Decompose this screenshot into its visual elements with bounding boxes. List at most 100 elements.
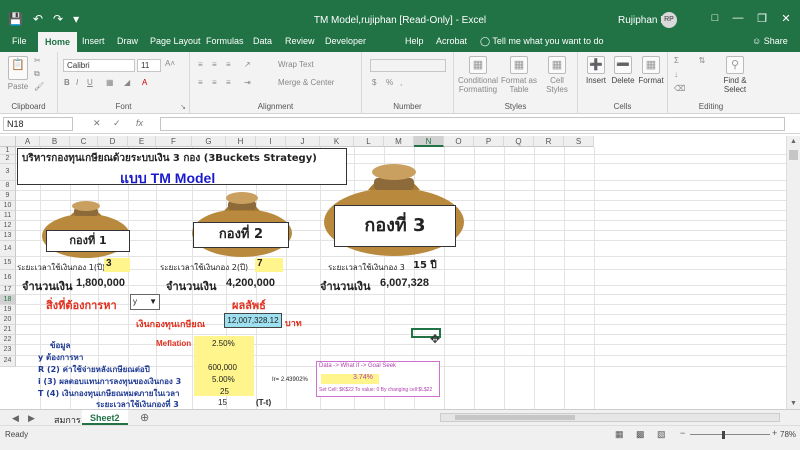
select-all-corner[interactable] — [0, 136, 16, 147]
clear-icon[interactable]: ⌫ — [674, 84, 685, 93]
insert-cells-button[interactable]: ➕ Insert — [584, 56, 608, 85]
scroll-down-icon[interactable]: ▼ — [790, 400, 797, 407]
borders-icon[interactable]: ▦ — [106, 78, 114, 87]
row-header-24[interactable]: 24 — [0, 356, 16, 367]
column-header-d[interactable]: D — [98, 136, 128, 147]
delete-cells-button[interactable]: ➖ Delete — [611, 56, 635, 85]
align-left-icon[interactable]: ≡ — [198, 78, 203, 87]
row-header-12[interactable]: 12 — [0, 221, 16, 231]
avatar[interactable]: RP — [661, 12, 677, 28]
scrollbar-thumb[interactable] — [789, 150, 798, 160]
paste-button[interactable]: 📋 Paste — [6, 56, 30, 91]
tab-developer[interactable]: Developer — [325, 36, 366, 46]
row-header-14[interactable]: 14 — [0, 241, 16, 257]
font-name-select[interactable]: Calibri — [63, 59, 135, 72]
zoom-level[interactable]: 78% — [780, 430, 796, 439]
row-header-3[interactable]: 3 — [0, 164, 16, 181]
sort-filter-icon[interactable]: ⇅ — [690, 56, 714, 65]
column-header-f[interactable]: F — [156, 136, 192, 147]
column-header-b[interactable]: B — [40, 136, 70, 147]
currency-icon[interactable]: $ — [372, 78, 376, 87]
column-header-s[interactable]: S — [564, 136, 594, 147]
tab-file[interactable]: File — [12, 36, 27, 46]
format-as-table-button[interactable]: ▦ Format as Table — [500, 56, 538, 94]
tab-review[interactable]: Review — [285, 36, 315, 46]
tab-home[interactable]: Home — [38, 32, 78, 53]
row-header-22[interactable]: 22 — [0, 335, 16, 345]
column-header-g[interactable]: G — [192, 136, 226, 147]
align-bottom-icon[interactable]: ≡ — [226, 60, 231, 69]
merge-center-button[interactable]: Merge & Center — [278, 78, 334, 87]
fill-color-icon[interactable]: ◢ — [124, 78, 130, 87]
column-header-e[interactable]: E — [128, 136, 156, 147]
row-header-8[interactable]: 8 — [0, 181, 16, 191]
add-sheet-icon[interactable]: ⊕ — [132, 410, 157, 425]
minimize-icon[interactable]: — — [728, 12, 748, 24]
column-header-m[interactable]: M — [384, 136, 414, 147]
wrap-text-button[interactable]: Wrap Text — [278, 60, 314, 69]
inflation-value[interactable]: 2.50% — [212, 339, 235, 348]
tell-me-search[interactable]: ◯ Tell me what you want to do — [480, 36, 603, 47]
column-header-a[interactable]: A — [16, 136, 40, 147]
column-header-q[interactable]: Q — [504, 136, 534, 147]
row-header-11[interactable]: 11 — [0, 211, 16, 221]
find-select-button[interactable]: ⚲ Find & Select — [720, 56, 750, 94]
row-header-1[interactable]: 1 — [0, 147, 16, 155]
zoom-in-icon[interactable]: + — [772, 428, 777, 438]
page-layout-view-icon[interactable]: ▩ — [636, 429, 645, 440]
close-icon[interactable]: ✕ — [776, 12, 796, 25]
fund-value[interactable]: 12,007,328.12 — [224, 313, 282, 328]
row-header-15[interactable]: 15 — [0, 257, 16, 270]
autosum-icon[interactable]: Σ — [674, 56, 679, 65]
format-cells-button[interactable]: ▦ Format — [638, 56, 664, 85]
number-format-select[interactable] — [370, 59, 446, 72]
row-header-23[interactable]: 23 — [0, 345, 16, 356]
horizontal-scrollbar-thumb[interactable] — [455, 415, 575, 420]
grow-font-icon[interactable]: A˄ — [165, 59, 175, 68]
column-header-n[interactable]: N — [414, 136, 444, 147]
name-box[interactable]: N18 — [3, 117, 73, 131]
align-top-icon[interactable]: ≡ — [198, 60, 203, 69]
font-color-icon[interactable]: A — [142, 78, 147, 87]
row-header-13[interactable]: 13 — [0, 231, 16, 241]
next-sheet-icon[interactable]: ▶ — [20, 410, 43, 425]
column-header-l[interactable]: L — [354, 136, 384, 147]
tab-help[interactable]: Help — [405, 36, 424, 46]
column-header-i[interactable]: I — [256, 136, 286, 147]
cut-icon[interactable]: ✂ — [34, 56, 41, 65]
row-header-9[interactable]: 9 — [0, 191, 16, 201]
cancel-icon[interactable]: ✕ — [93, 118, 101, 129]
zoom-slider[interactable] — [690, 434, 770, 435]
scroll-up-icon[interactable]: ▲ — [790, 138, 797, 145]
formula-input[interactable] — [160, 117, 785, 131]
font-size-select[interactable]: 11 — [137, 59, 161, 72]
tab-insert[interactable]: Insert — [82, 36, 105, 46]
column-header-k[interactable]: K — [320, 136, 354, 147]
row-header-19[interactable]: 19 — [0, 305, 16, 315]
period-2-value[interactable]: 7 — [255, 258, 283, 272]
cell-styles-button[interactable]: ▦ Cell Styles — [542, 56, 572, 94]
normal-view-icon[interactable]: ▦ — [615, 429, 624, 440]
vertical-scrollbar[interactable]: ▲ ▼ — [786, 136, 800, 409]
share-button[interactable]: ☺ Share — [752, 36, 788, 46]
column-header-p[interactable]: P — [474, 136, 504, 147]
horizontal-scrollbar[interactable] — [440, 413, 780, 422]
format-painter-icon[interactable]: 🖌 — [34, 82, 44, 91]
fill-icon[interactable]: ↓ — [674, 70, 678, 79]
row-header-16[interactable]: 16 — [0, 270, 16, 286]
comma-icon[interactable]: , — [400, 78, 402, 87]
row-header-20[interactable]: 20 — [0, 315, 16, 325]
underline-icon[interactable]: U — [87, 78, 93, 87]
tab-acrobat[interactable]: Acrobat — [436, 36, 467, 46]
indent-icon[interactable]: ⇥ — [244, 78, 251, 87]
column-header-j[interactable]: J — [286, 136, 320, 147]
tab-formulas[interactable]: Formulas — [206, 36, 244, 46]
conditional-formatting-button[interactable]: ▦ Conditional Formatting — [458, 56, 498, 94]
row-header-10[interactable]: 10 — [0, 201, 16, 211]
column-header-c[interactable]: C — [70, 136, 98, 147]
column-header-r[interactable]: R — [534, 136, 564, 147]
zoom-slider-thumb[interactable] — [722, 431, 725, 439]
tab-data[interactable]: Data — [253, 36, 272, 46]
period-1-value[interactable]: 3 — [104, 258, 130, 272]
wanted-dropdown[interactable]: y ▼ — [130, 294, 160, 310]
